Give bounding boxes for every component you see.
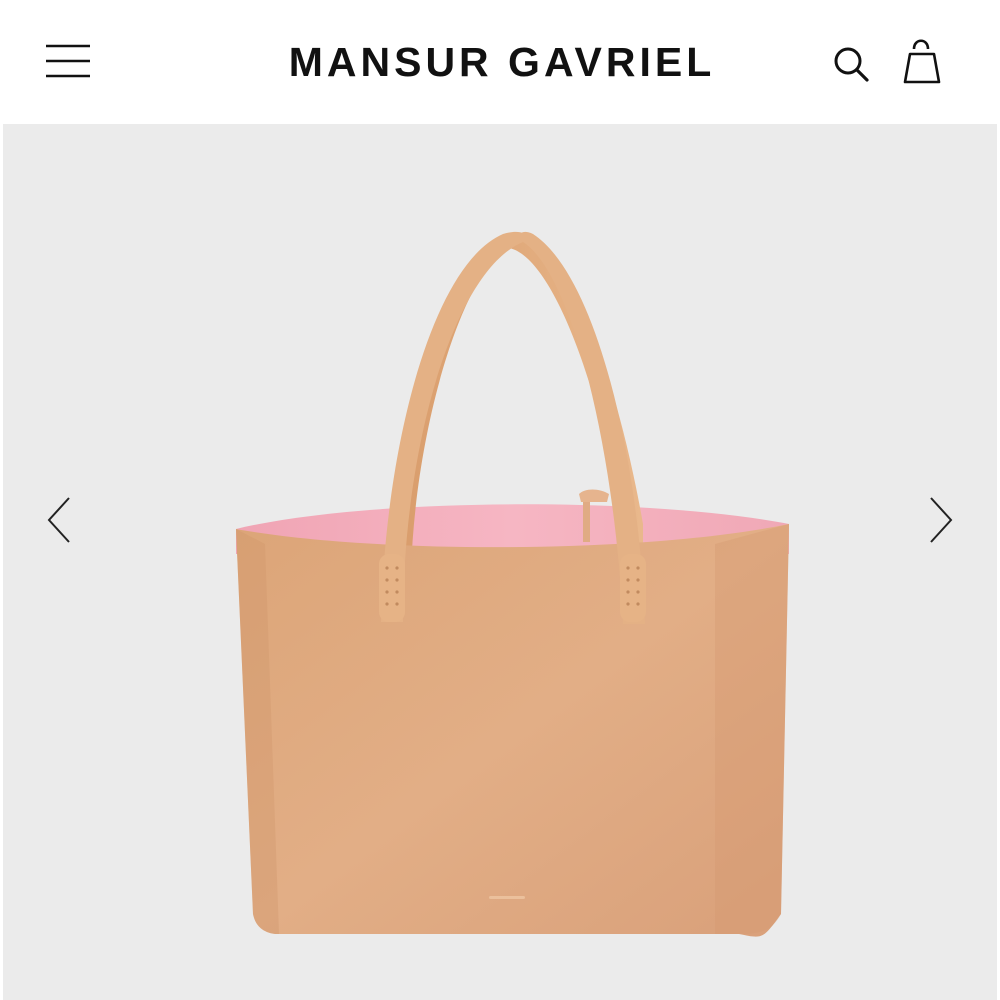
next-image-button[interactable] (919, 490, 959, 550)
search-button[interactable] (826, 40, 876, 88)
chevron-left-icon (47, 497, 70, 543)
search-icon (834, 47, 869, 82)
product-page: MANSUR GAVRIEL (0, 0, 1000, 1000)
shopping-bag-button[interactable] (896, 32, 948, 90)
product-image-gallery[interactable] (3, 124, 997, 1000)
site-header: MANSUR GAVRIEL (0, 0, 1000, 124)
product-photo-tote-bag (236, 231, 789, 937)
previous-image-button[interactable] (41, 490, 81, 550)
chevron-right-icon (930, 497, 953, 543)
brand-name: MANSUR GAVRIEL (288, 39, 716, 85)
shopping-bag-icon (903, 39, 941, 84)
